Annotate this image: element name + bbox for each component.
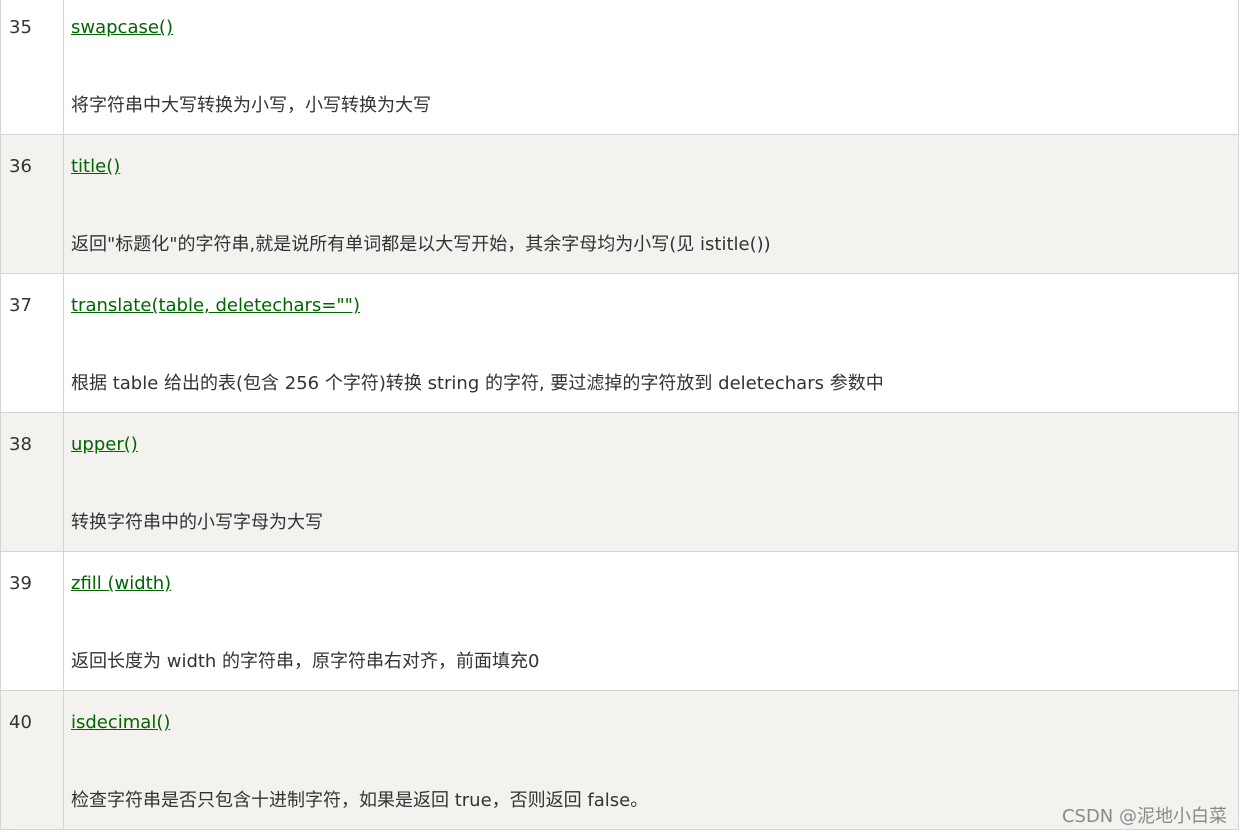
page: 35 swapcase() 将字符串中大写转换为小写，小写转换为大写 36 ti… bbox=[0, 0, 1241, 835]
method-cell: zfill (width) 返回长度为 width 的字符串，原字符串右对齐，前… bbox=[63, 551, 1239, 691]
csdn-watermark: CSDN @泥地小白菜 bbox=[1061, 806, 1227, 827]
row-number: 40 bbox=[9, 712, 32, 733]
method-description: 转换字符串中的小写字母为大写 bbox=[71, 512, 323, 533]
row-number-cell: 35 bbox=[0, 0, 64, 135]
string-methods-table: 35 swapcase() 将字符串中大写转换为小写，小写转换为大写 36 ti… bbox=[0, 0, 1239, 830]
table-row: 40 isdecimal() 检查字符串是否只包含十进制字符，如果是返回 tru… bbox=[0, 690, 1239, 830]
method-description: 根据 table 给出的表(包含 256 个字符)转换 string 的字符, … bbox=[71, 373, 884, 394]
method-link-swapcase[interactable]: swapcase() bbox=[71, 15, 173, 41]
table-row: 38 upper() 转换字符串中的小写字母为大写 bbox=[0, 412, 1239, 552]
table-row: 39 zfill (width) 返回长度为 width 的字符串，原字符串右对… bbox=[0, 551, 1239, 691]
table-row: 37 translate(table, deletechars="") 根据 t… bbox=[0, 273, 1239, 413]
method-cell: translate(table, deletechars="") 根据 tabl… bbox=[63, 273, 1239, 413]
row-number: 38 bbox=[9, 434, 32, 455]
method-cell: swapcase() 将字符串中大写转换为小写，小写转换为大写 bbox=[63, 0, 1239, 135]
method-description: 返回"标题化"的字符串,就是说所有单词都是以大写开始，其余字母均为小写(见 is… bbox=[71, 234, 771, 255]
method-link-isdecimal[interactable]: isdecimal() bbox=[71, 710, 170, 736]
method-link-translate[interactable]: translate(table, deletechars="") bbox=[71, 293, 360, 319]
method-description: 返回长度为 width 的字符串，原字符串右对齐，前面填充0 bbox=[71, 651, 540, 672]
method-description: 将字符串中大写转换为小写，小写转换为大写 bbox=[71, 95, 431, 116]
method-link-zfill[interactable]: zfill (width) bbox=[71, 571, 171, 597]
row-number-cell: 39 bbox=[0, 551, 64, 691]
row-number: 36 bbox=[9, 156, 32, 177]
row-number: 37 bbox=[9, 295, 32, 316]
row-number: 35 bbox=[9, 17, 32, 38]
table-row: 36 title() 返回"标题化"的字符串,就是说所有单词都是以大写开始，其余… bbox=[0, 134, 1239, 274]
row-number-cell: 40 bbox=[0, 690, 64, 830]
method-cell: title() 返回"标题化"的字符串,就是说所有单词都是以大写开始，其余字母均… bbox=[63, 134, 1239, 274]
method-cell: upper() 转换字符串中的小写字母为大写 bbox=[63, 412, 1239, 552]
row-number-cell: 36 bbox=[0, 134, 64, 274]
method-link-title[interactable]: title() bbox=[71, 154, 120, 180]
table-row: 35 swapcase() 将字符串中大写转换为小写，小写转换为大写 bbox=[0, 0, 1239, 135]
row-number: 39 bbox=[9, 573, 32, 594]
row-number-cell: 38 bbox=[0, 412, 64, 552]
row-number-cell: 37 bbox=[0, 273, 64, 413]
method-link-upper[interactable]: upper() bbox=[71, 432, 138, 458]
